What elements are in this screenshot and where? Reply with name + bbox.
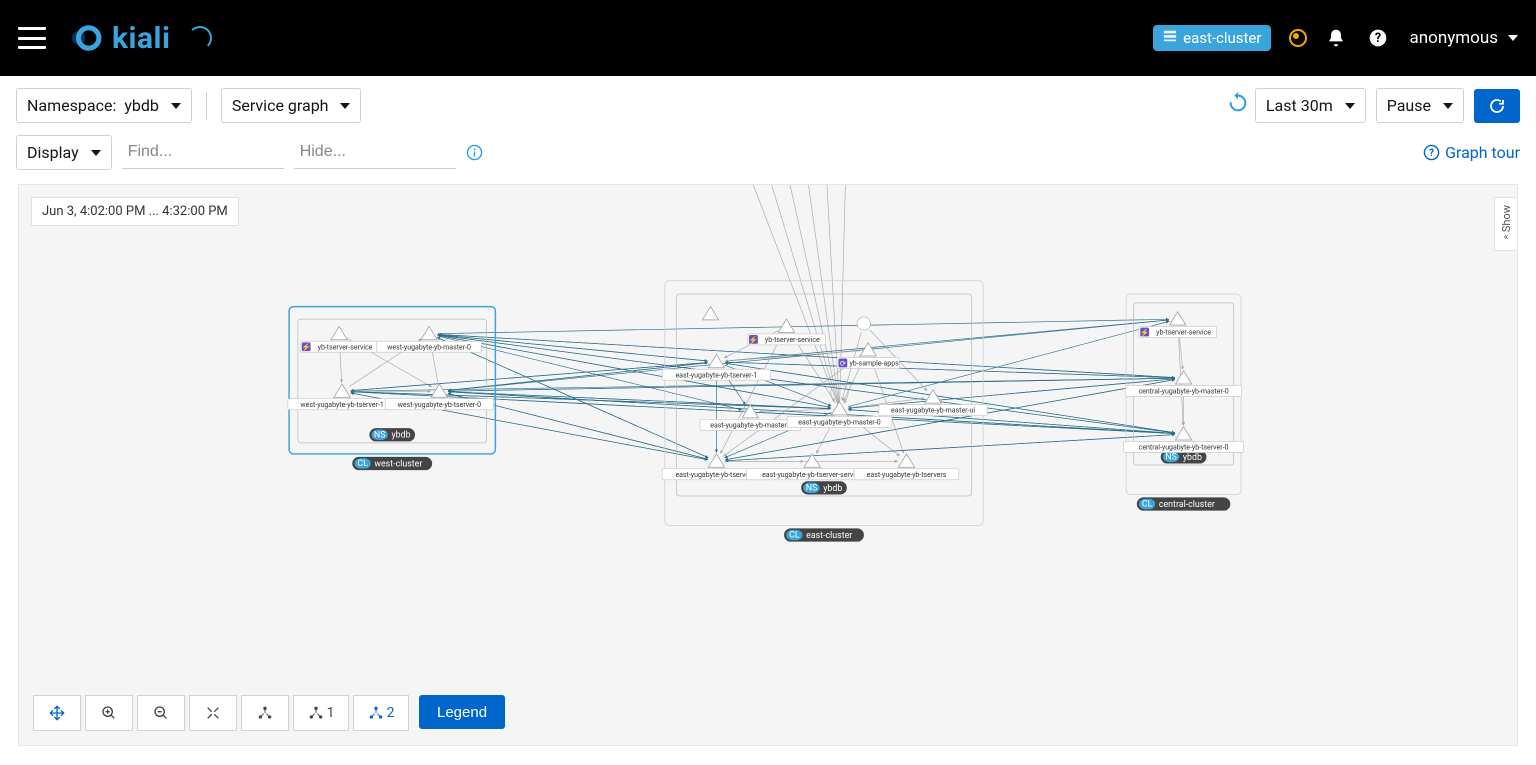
help-icon[interactable]: ? [1367,27,1389,49]
caret-down-icon [91,150,101,156]
svg-text:east-yugabyte-yb-tserver-1: east-yugabyte-yb-tserver-1 [675,371,757,379]
hamburger-menu-icon[interactable] [18,27,46,49]
caret-down-icon [1345,103,1355,109]
top-bar: kiali east-cluster ? anonymous [0,0,1536,76]
toolbar-secondary: Display ? Graph tour [0,129,1536,184]
brand-text: kiali [112,21,170,56]
node-em[interactable]: east-yugabyte-yb-masters [700,405,801,431]
caret-down-icon [340,103,350,109]
service-graph-svg[interactable]: CL west-cluster NS ybdb CL east-cluster NS ybdb… [19,185,1517,745]
svg-text:ybdb: ybdb [823,484,842,494]
svg-text:ybdb: ybdb [391,431,410,441]
user-menu[interactable]: anonymous [1409,28,1518,48]
node-wts[interactable]: ⚡ yb-tserver-service [300,326,378,352]
node-eunk[interactable] [857,317,870,330]
edge[interactable] [437,337,708,457]
svg-text:?: ? [1429,148,1434,159]
layout-1-button[interactable]: 1 [293,695,349,731]
edge[interactable] [448,392,830,409]
drag-mode-button[interactable] [33,695,81,731]
svg-text:east-yugabyte-yb-tservers: east-yugabyte-yb-tservers [867,471,947,479]
refresh-button[interactable] [1474,89,1520,123]
kiali-logo-icon [70,24,104,52]
svg-text:central-cluster: central-cluster [1159,500,1215,510]
node-etvs[interactable]: east-yugabyte-yb-tservers [854,454,959,480]
svg-text:CL: CL [1142,500,1153,510]
brand-logo[interactable]: kiali [70,21,170,56]
display-dropdown[interactable]: Display [16,135,112,170]
legend-button[interactable]: Legend [419,695,505,729]
divider [206,92,207,120]
node-wm0[interactable]: west-yugabyte-yb-master-0 [377,326,482,352]
graph-tour-link[interactable]: ? Graph tour [1423,143,1520,162]
node-esa[interactable]: ⟳yb-sample-apps [837,343,899,369]
graph-bottom-toolbar: 1 2 Legend [33,695,505,731]
svg-text:⟳: ⟳ [840,359,846,368]
svg-text:?: ? [1375,31,1381,46]
replay-icon[interactable] [1227,92,1249,119]
layout-default-button[interactable] [241,695,289,731]
svg-text:⚡: ⚡ [1140,328,1149,337]
loading-spinner-icon [188,26,212,50]
caret-down-icon [1443,103,1453,109]
play-pause-dropdown[interactable]: Pause [1376,88,1464,123]
info-icon[interactable] [466,144,484,162]
node-ct0[interactable]: central-yugabyte-yb-tserver-0 [1124,427,1244,453]
svg-text:yb-tserver-service: yb-tserver-service [318,343,373,351]
node-wt1[interactable]: west-yugabyte-yb-tserver-1 [288,384,396,410]
svg-text:yb-sample-apps: yb-sample-apps [849,360,899,368]
zoom-in-button[interactable] [85,695,133,731]
svg-text:east-yugabyte-yb-master-0: east-yugabyte-yb-master-0 [798,418,880,426]
svg-text:east-yugabyte-yb-master-ui: east-yugabyte-yb-master-ui [891,407,975,415]
svg-text:central-yugabyte-yb-tserver-0: central-yugabyte-yb-tserver-0 [1139,444,1229,452]
svg-text:⚡: ⚡ [302,343,311,352]
svg-text:east-yugabyte-yb-tserver-0: east-yugabyte-yb-tserver-0 [675,471,757,479]
svg-text:⚡: ⚡ [749,335,758,344]
toolbar-primary: Namespace: ybdb Service graph Last 30m P… [0,76,1536,129]
layout-2-button[interactable]: 2 [353,695,409,731]
notifications-icon[interactable] [1325,27,1347,49]
graph-canvas[interactable]: Jun 3, 4:02:00 PM ... 4:32:00 PM Show « … [18,184,1518,746]
cluster-icon [1163,29,1177,47]
namespace-dropdown[interactable]: Namespace: ybdb [16,88,192,123]
svg-text:yb-tserver-service: yb-tserver-service [1156,329,1211,337]
status-indicator-icon[interactable] [1289,29,1307,47]
caret-down-icon [171,103,181,109]
cluster-chip[interactable]: east-cluster [1153,25,1271,51]
svg-text:ybdb: ybdb [1183,453,1202,463]
svg-text:east-yugabyte-yb-tserver-servi: east-yugabyte-yb-tserver-service [762,471,863,479]
edge[interactable] [438,319,1169,333]
time-range-dropdown[interactable]: Last 30m [1255,88,1366,123]
svg-text:NS: NS [1165,452,1177,462]
find-input[interactable] [122,136,284,169]
svg-text:NS: NS [806,483,818,493]
svg-text:central-yugabyte-yb-master-0: central-yugabyte-yb-master-0 [1138,388,1228,396]
svg-text:east-cluster: east-cluster [806,531,852,541]
zoom-out-button[interactable] [137,695,185,731]
node-etri0[interactable] [702,307,718,320]
caret-down-icon [1508,35,1518,41]
svg-text:yb-tserver-service: yb-tserver-service [765,336,820,344]
graph-type-dropdown[interactable]: Service graph [221,88,362,123]
svg-text:NS: NS [374,430,386,440]
svg-text:west-cluster: west-cluster [374,459,422,469]
svg-text:CL: CL [789,531,800,541]
fit-button[interactable] [189,695,237,731]
svg-text:west-yugabyte-yb-tserver-0: west-yugabyte-yb-tserver-0 [398,401,481,409]
svg-text:east-yugabyte-yb-masters: east-yugabyte-yb-masters [710,421,791,429]
svg-text:west-yugabyte-yb-master-0: west-yugabyte-yb-master-0 [387,343,471,351]
node-cts[interactable]: ⚡ yb-tserver-service [1139,312,1217,338]
svg-text:west-yugabyte-yb-tserver-1: west-yugabyte-yb-tserver-1 [300,401,383,409]
hide-input[interactable] [294,136,456,169]
node-cm0[interactable]: central-yugabyte-yb-master-0 [1126,371,1242,397]
svg-text:CL: CL [357,459,368,469]
